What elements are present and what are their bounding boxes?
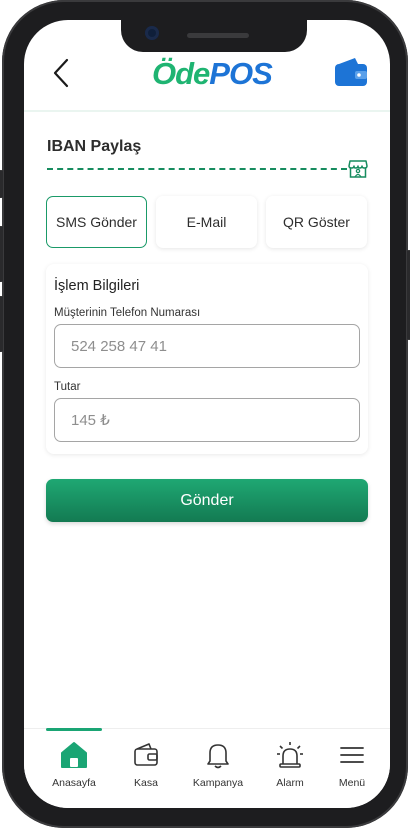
wallet-icon: [335, 58, 367, 86]
nav-item-home[interactable]: Anasayfa: [44, 739, 104, 795]
back-button[interactable]: [52, 56, 76, 90]
nav-item-menu[interactable]: Menü: [322, 739, 382, 795]
hamburger-menu-icon: [340, 747, 364, 763]
tab-qr[interactable]: QR Göster: [266, 196, 367, 248]
side-button-left-3: [0, 296, 3, 352]
side-button-left-1: [0, 170, 3, 198]
store-icon: [348, 160, 368, 178]
front-camera: [145, 26, 159, 40]
active-tab-indicator: [46, 728, 102, 731]
phone-input[interactable]: [54, 324, 360, 368]
chevron-left-icon: [53, 58, 69, 88]
nav-label-kampanya: Kampanya: [192, 777, 244, 789]
bottom-nav: Anasayfa Kasa Kampanya Alarm Menü: [24, 728, 390, 808]
logo-part-ode: Öde: [152, 56, 210, 91]
logo-part-pos: POS: [209, 56, 272, 91]
notch: [121, 20, 307, 52]
nav-label-kasa: Kasa: [134, 777, 158, 789]
speaker: [187, 33, 249, 38]
nav-item-kampanya[interactable]: Kampanya: [188, 739, 248, 795]
tab-email[interactable]: E-Mail: [156, 196, 257, 248]
amount-input[interactable]: [54, 398, 360, 442]
phone-label: Müşterinin Telefon Numarası: [54, 307, 201, 319]
send-button[interactable]: Gönder: [46, 479, 368, 522]
wallet-icon: [134, 743, 158, 766]
screen: ÖdePOS IBAN Paylaş SMS Gönder E-Mail QR …: [24, 20, 390, 808]
app-logo: ÖdePOS: [152, 56, 273, 92]
nav-item-alarm[interactable]: Alarm: [260, 739, 320, 795]
nav-item-kasa[interactable]: Kasa: [116, 739, 176, 795]
wallet-button[interactable]: [334, 56, 368, 88]
tab-sms[interactable]: SMS Gönder: [46, 196, 147, 248]
siren-icon: [277, 742, 303, 768]
bell-icon: [207, 744, 229, 769]
amount-label: Tutar: [54, 381, 81, 393]
title-divider: [47, 168, 347, 170]
side-button-left-2: [0, 226, 3, 282]
share-method-tabs: SMS Gönder E-Mail QR Göster: [46, 196, 368, 248]
transaction-info-card: İşlem Bilgileri Müşterinin Telefon Numar…: [46, 264, 368, 454]
nav-label-home: Anasayfa: [52, 777, 96, 789]
page-title: IBAN Paylaş: [47, 138, 142, 155]
app-header: ÖdePOS: [24, 50, 390, 112]
nav-label-menu: Menü: [338, 777, 366, 789]
home-icon: [61, 742, 87, 768]
shop-button[interactable]: [347, 158, 369, 180]
section-title: İşlem Bilgileri: [54, 278, 140, 294]
nav-label-alarm: Alarm: [276, 777, 304, 789]
phone-frame: ÖdePOS IBAN Paylaş SMS Gönder E-Mail QR …: [0, 0, 410, 828]
